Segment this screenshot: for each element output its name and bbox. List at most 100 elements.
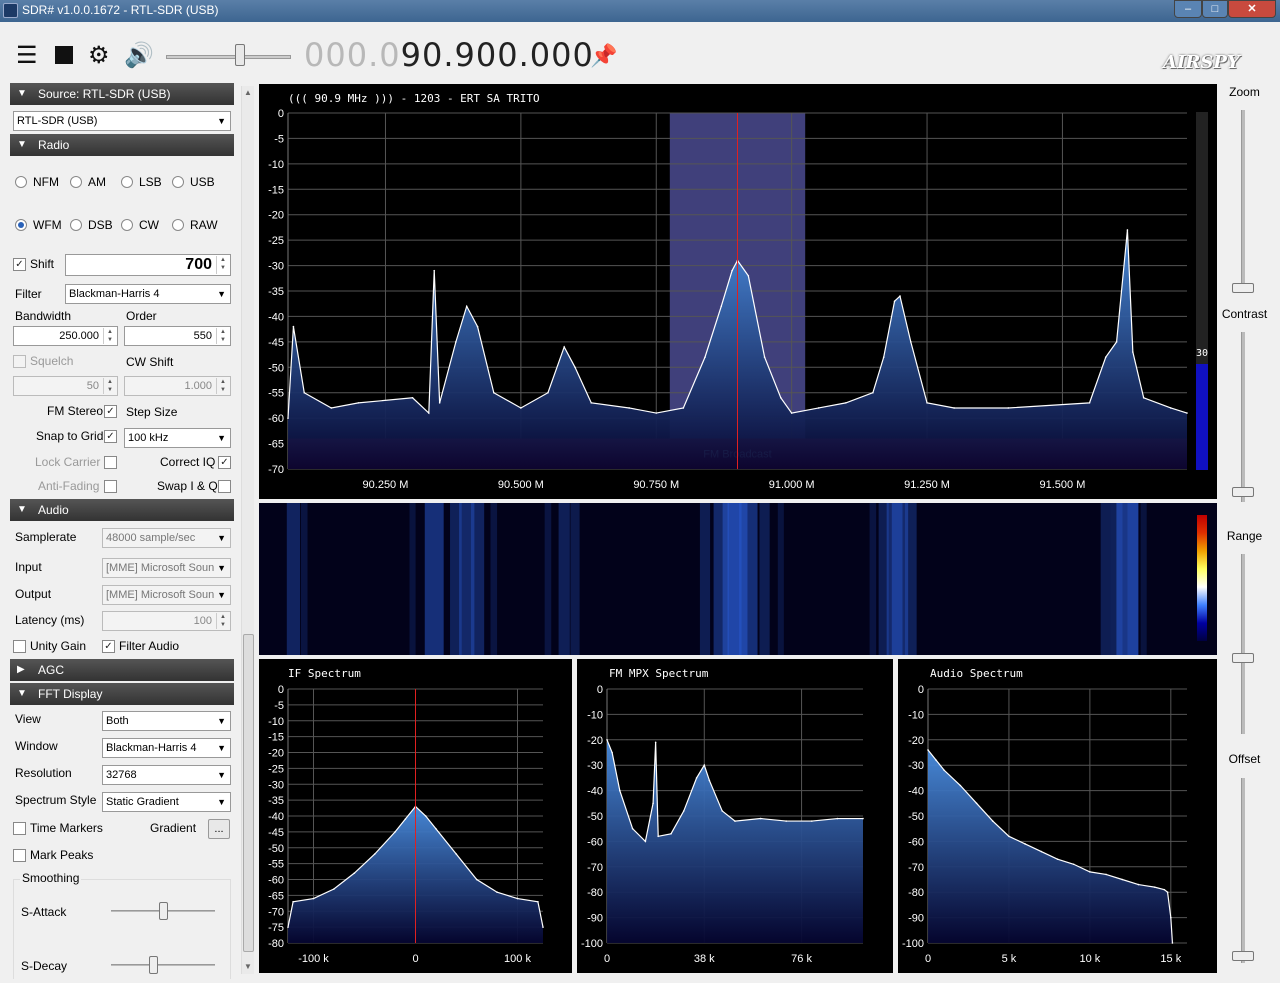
waterfall-trace — [1100, 503, 1111, 655]
if-spectrum-chart[interactable]: 0 -5 -10 -15 -20 -25 -30 -35 -40 -45 -50 -55 -60 -65 -… — [259, 659, 572, 973]
bandwidth-input[interactable]: 250.000 ▲ ▼ — [13, 326, 118, 346]
spin-arrows-icon[interactable]: ▲ ▼ — [216, 256, 229, 274]
time-markers-checkbox[interactable] — [13, 822, 26, 835]
audio-spectrum-chart[interactable]: 0-10-20-30-40-50-60-70-80-90-1000 5 k 10 k… — [898, 659, 1217, 973]
zoom-slider[interactable] — [1241, 110, 1245, 290]
fm-stereo-checkbox[interactable]: ✓ — [104, 405, 117, 418]
zoom-slider-thumb[interactable] — [1232, 283, 1254, 293]
s-decay-slider-thumb[interactable] — [149, 956, 158, 974]
order-label: Order — [126, 309, 157, 323]
speaker-icon[interactable]: 🔊 — [124, 44, 154, 68]
spectrum-style-select[interactable]: Static Gradient ▼ — [102, 792, 231, 812]
mode-radio-raw[interactable] — [172, 219, 184, 231]
offset-slider[interactable] — [1241, 778, 1245, 963]
y-tick-label: -20 — [268, 210, 284, 222]
snap-to-grid-checkbox[interactable]: ✓ — [104, 430, 117, 443]
mode-radio-lsb[interactable] — [121, 176, 133, 188]
volume-slider[interactable] — [166, 55, 291, 59]
scroll-down-icon[interactable]: ▼ — [244, 962, 252, 971]
bandwidth-label: Bandwidth — [15, 309, 72, 323]
mode-radio-usb[interactable] — [172, 176, 184, 188]
main-spectrum-chart[interactable]: 0 -5 -10 -15 -20 -25 -30 -35 -40 -45 -50 -55 -60 -65 -… — [259, 84, 1217, 499]
swap-iq-checkbox[interactable] — [218, 480, 231, 493]
mode-radio-nfm[interactable] — [15, 176, 27, 188]
waterfall-trace — [490, 503, 498, 655]
close-button[interactable]: ✕ — [1228, 0, 1276, 18]
spin-arrows-icon[interactable]: ▲ ▼ — [216, 378, 229, 394]
audio-section-header[interactable]: ▼ Audio — [10, 499, 234, 521]
offset-slider-thumb[interactable] — [1232, 951, 1254, 961]
mark-peaks-checkbox[interactable] — [13, 849, 26, 862]
spin-arrows-icon[interactable]: ▲ ▼ — [103, 378, 116, 394]
menu-icon[interactable]: ☰ — [16, 44, 38, 68]
audio-output-select[interactable]: [MME] Microsoft Soun ▼ — [102, 585, 231, 605]
pin-icon[interactable]: 📌 — [590, 44, 617, 68]
step-size-select[interactable]: 100 kHz ▼ — [124, 428, 231, 448]
waterfall-panel[interactable] — [259, 503, 1217, 655]
s-attack-slider-thumb[interactable] — [159, 902, 168, 920]
scroll-up-icon[interactable]: ▲ — [244, 88, 252, 97]
spectrum-point — [899, 295, 901, 297]
fm-mpx-chart[interactable]: 0-10-20-30-40-50-60-70-80-90-1000 38 k 76 … — [577, 659, 893, 973]
scrollbar-thumb[interactable] — [243, 634, 254, 952]
s-decay-slider[interactable] — [111, 964, 215, 966]
x-tick-label: 90.250 M — [363, 479, 409, 491]
frequency-leading-digits[interactable]: 000.0 — [304, 36, 401, 74]
stop-icon[interactable] — [55, 46, 73, 64]
correct-iq-checkbox[interactable]: ✓ — [218, 456, 231, 469]
contrast-slider[interactable] — [1241, 332, 1245, 502]
output-label: Output — [15, 587, 52, 601]
mode-radio-am[interactable] — [70, 176, 82, 188]
spectrum-point — [734, 820, 736, 822]
filter-audio-checkbox[interactable]: ✓ — [102, 640, 115, 653]
mode-radio-dsb[interactable] — [70, 219, 82, 231]
spectrum-point — [353, 872, 356, 874]
maximize-button[interactable]: □ — [1202, 0, 1228, 18]
y-tick-label: -60 — [908, 836, 924, 848]
source-device-select[interactable]: RTL-SDR (USB) ▼ — [13, 111, 231, 131]
window-select[interactable]: Blackman-Harris 4 ▼ — [102, 738, 231, 758]
main-spectrum-panel[interactable]: 0 -5 -10 -15 -20 -25 -30 -35 -40 -45 -50 -55 -60 -65 -… — [259, 84, 1217, 499]
shift-input[interactable]: 700 ▲ ▼ — [65, 254, 231, 276]
fm-mpx-panel[interactable]: 0 -10 -20 -30 -40 -50 -60 -70 -80 -90 -100 0 38 k 76 … — [577, 659, 893, 973]
snap-to-grid-label: Snap to Grid — [36, 429, 104, 443]
lock-carrier-checkbox[interactable] — [104, 456, 117, 469]
source-section-header[interactable]: ▼ Source: RTL-SDR (USB) — [10, 83, 234, 105]
left-panel-scrollbar[interactable]: ▲ ▼ — [241, 86, 254, 974]
range-slider-thumb[interactable] — [1232, 653, 1254, 663]
gear-icon[interactable]: ⚙ — [88, 44, 110, 68]
shift-checkbox[interactable]: ✓ — [13, 258, 26, 271]
order-input[interactable]: 550 ▲ ▼ — [124, 326, 231, 346]
spin-arrows-icon[interactable]: ▲ ▼ — [216, 613, 229, 629]
frequency-digits[interactable]: 90.900.000 — [401, 36, 594, 74]
filter-select[interactable]: Blackman-Harris 4 ▼ — [65, 284, 231, 304]
volume-slider-thumb[interactable] — [235, 44, 245, 66]
fft-section-header[interactable]: ▼ FFT Display — [10, 683, 234, 705]
spin-arrows-icon[interactable]: ▲ ▼ — [216, 328, 229, 344]
audio-spectrum-panel[interactable]: 0 -10 -20 -30 -40 -50 -60 -70 -80 -90 -100 0 5 k 10 k… — [898, 659, 1217, 973]
mode-radio-wfm[interactable] — [15, 219, 27, 231]
view-select[interactable]: Both ▼ — [102, 711, 231, 731]
samplerate-select[interactable]: 48000 sample/sec ▼ — [102, 528, 231, 548]
latency-input[interactable]: 100 ▲ ▼ — [102, 611, 231, 631]
range-slider[interactable] — [1241, 554, 1245, 734]
y-tick-label: -10 — [268, 159, 284, 171]
frequency-display[interactable]: 000.090.900.000 — [304, 36, 594, 74]
unity-gain-checkbox[interactable] — [13, 640, 26, 653]
radio-section-header[interactable]: ▼ Radio — [10, 134, 234, 156]
audio-input-select[interactable]: [MME] Microsoft Soun ▼ — [102, 558, 231, 578]
cw-shift-input[interactable]: 1.000 ▲ ▼ — [124, 376, 231, 396]
resolution-select[interactable]: 32768 ▼ — [102, 765, 231, 785]
waterfall-display[interactable] — [259, 503, 1217, 655]
squelch-checkbox[interactable] — [13, 355, 26, 368]
if-spectrum-panel[interactable]: 0 -5 -10 -15 -20 -25 -30 -35 -40 -45 -50 -55 -60 -65 -… — [259, 659, 572, 973]
contrast-slider-thumb[interactable] — [1232, 487, 1254, 497]
spin-arrows-icon[interactable]: ▲ ▼ — [103, 328, 116, 344]
gradient-button[interactable]: ... — [208, 819, 230, 839]
agc-section-header[interactable]: ▶ AGC — [10, 659, 234, 681]
spectrum-point — [845, 402, 847, 404]
minimize-button[interactable]: – — [1174, 0, 1202, 18]
mode-radio-cw[interactable] — [121, 219, 133, 231]
anti-fading-checkbox[interactable] — [104, 480, 117, 493]
squelch-input[interactable]: 50 ▲ ▼ — [13, 376, 118, 396]
